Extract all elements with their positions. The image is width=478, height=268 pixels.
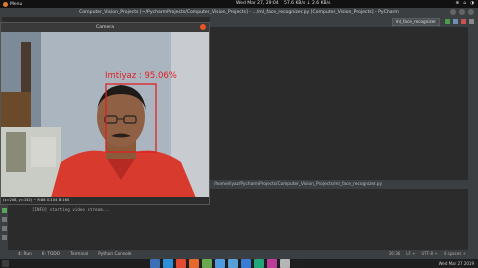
camera-window[interactable]: Camera Imtiyaz: 95.06% (x=208, y=152) ~… — [0, 22, 210, 205]
taskbar-app-icon[interactable] — [228, 259, 238, 268]
detection-name: Imtiyaz — [105, 71, 137, 81]
tray-icons: ⊕ ⌂ ◑ — [455, 1, 474, 6]
console-output-line: [INFO] starting video stream... — [32, 207, 111, 212]
camera-title-bar[interactable]: Camera — [1, 23, 209, 32]
taskbar-app-icon[interactable] — [176, 259, 186, 268]
system-clock[interactable]: Wed Mar 27, 29:04 — [236, 1, 279, 6]
ide-toolbar: ml_face_recognizer — [210, 17, 478, 27]
run-command-path: /home/liyaz/PycharmProjects/Computer_Vis… — [214, 182, 383, 187]
taskbar-app-icon[interactable] — [241, 259, 251, 268]
video-frame-image — [1, 32, 209, 198]
taskbar-app-icon[interactable] — [254, 259, 264, 268]
file-encoding[interactable]: UTF-8 ÷ — [421, 251, 437, 256]
close-button[interactable] — [468, 9, 474, 15]
window-controls — [450, 9, 474, 15]
tab-python-console[interactable]: Python Console — [98, 252, 131, 257]
pixel-readout: (x=208, y=152) ~ R:88 G:104 B:160 — [3, 198, 70, 202]
tab-terminal[interactable]: Terminal — [70, 252, 88, 257]
app-menu-button[interactable]: Menu — [3, 1, 23, 7]
system-top-bar: Menu Wed Mar 27, 29:04 57.6 KB/s ↓ 2.6 K… — [0, 0, 478, 8]
ide-window-title: Computer_Vision_Projects [~/PycharmProje… — [79, 10, 399, 15]
taskbar-app-icon[interactable] — [163, 259, 173, 268]
taskbar-app-icon[interactable] — [189, 259, 199, 268]
taskbar-app-icon[interactable] — [280, 259, 290, 268]
rerun-icon[interactable] — [1, 208, 7, 213]
ide-title-bar: Computer_Vision_Projects [~/PycharmProje… — [0, 8, 478, 17]
stop-icon[interactable] — [461, 19, 466, 24]
run-panel-header: /home/liyaz/PycharmProjects/Computer_Vis… — [210, 180, 478, 189]
pin-icon[interactable] — [1, 226, 7, 231]
tab-todo[interactable]: 6: TODO — [42, 252, 60, 257]
show-desktop-icon[interactable] — [2, 260, 9, 267]
run-icon[interactable] — [445, 19, 450, 24]
minimize-button[interactable] — [450, 9, 456, 15]
run-config-label: ml_face_recognizer — [395, 19, 436, 24]
taskbar-app-icon[interactable] — [215, 259, 225, 268]
ide-status-line: 36:36 LF ÷ UTF-8 ÷ 4 spaces ÷ — [389, 251, 466, 256]
debug-icon[interactable] — [453, 19, 458, 24]
tray-item[interactable]: ⊕ — [455, 1, 459, 6]
menu-logo-icon — [3, 1, 8, 7]
tab-run[interactable]: 4: Run — [18, 252, 32, 257]
tray-item[interactable]: ◑ — [470, 1, 474, 6]
tray-item[interactable]: ⌂ — [463, 1, 466, 6]
taskbar-date[interactable]: Wed Mar 27 2019 — [439, 261, 474, 266]
toolbar-icons — [445, 19, 474, 24]
network-stats: 57.6 KB/s ↓ 2.6 KB/s — [284, 1, 331, 6]
line-separator[interactable]: LF ÷ — [406, 251, 415, 256]
right-tool-strip[interactable] — [468, 27, 478, 255]
search-icon[interactable] — [469, 19, 474, 24]
camera-title: Camera — [95, 25, 115, 30]
detection-confidence: 95.06% — [144, 71, 177, 81]
taskbar-app-icon[interactable] — [150, 259, 160, 268]
taskbar-app-icon[interactable] — [202, 259, 212, 268]
taskbar: Wed Mar 27 2019 — [0, 259, 478, 268]
video-frame: Imtiyaz : 95.06% — [1, 32, 209, 198]
taskbar-app-icon[interactable] — [293, 259, 303, 268]
detection-label: Imtiyaz : 95.06% — [105, 71, 177, 81]
menu-label: Menu — [10, 1, 23, 7]
cursor-position[interactable]: 36:36 — [389, 251, 401, 256]
run-side-toolbar — [0, 205, 8, 255]
run-config-select[interactable]: ml_face_recognizer — [391, 18, 440, 26]
run-console[interactable]: [INFO] starting video stream... — [8, 205, 468, 255]
trash-icon[interactable] — [1, 235, 7, 240]
stop-run-icon[interactable] — [1, 217, 7, 222]
taskbar-app-icon[interactable] — [267, 259, 277, 268]
camera-close-button[interactable] — [200, 24, 206, 30]
maximize-button[interactable] — [459, 9, 465, 15]
camera-status-bar: (x=208, y=152) ~ R:88 G:104 B:160 — [1, 197, 209, 204]
indent-setting[interactable]: 4 spaces ÷ — [444, 251, 466, 256]
code-editor[interactable] — [210, 27, 478, 180]
taskbar-apps — [150, 259, 303, 268]
